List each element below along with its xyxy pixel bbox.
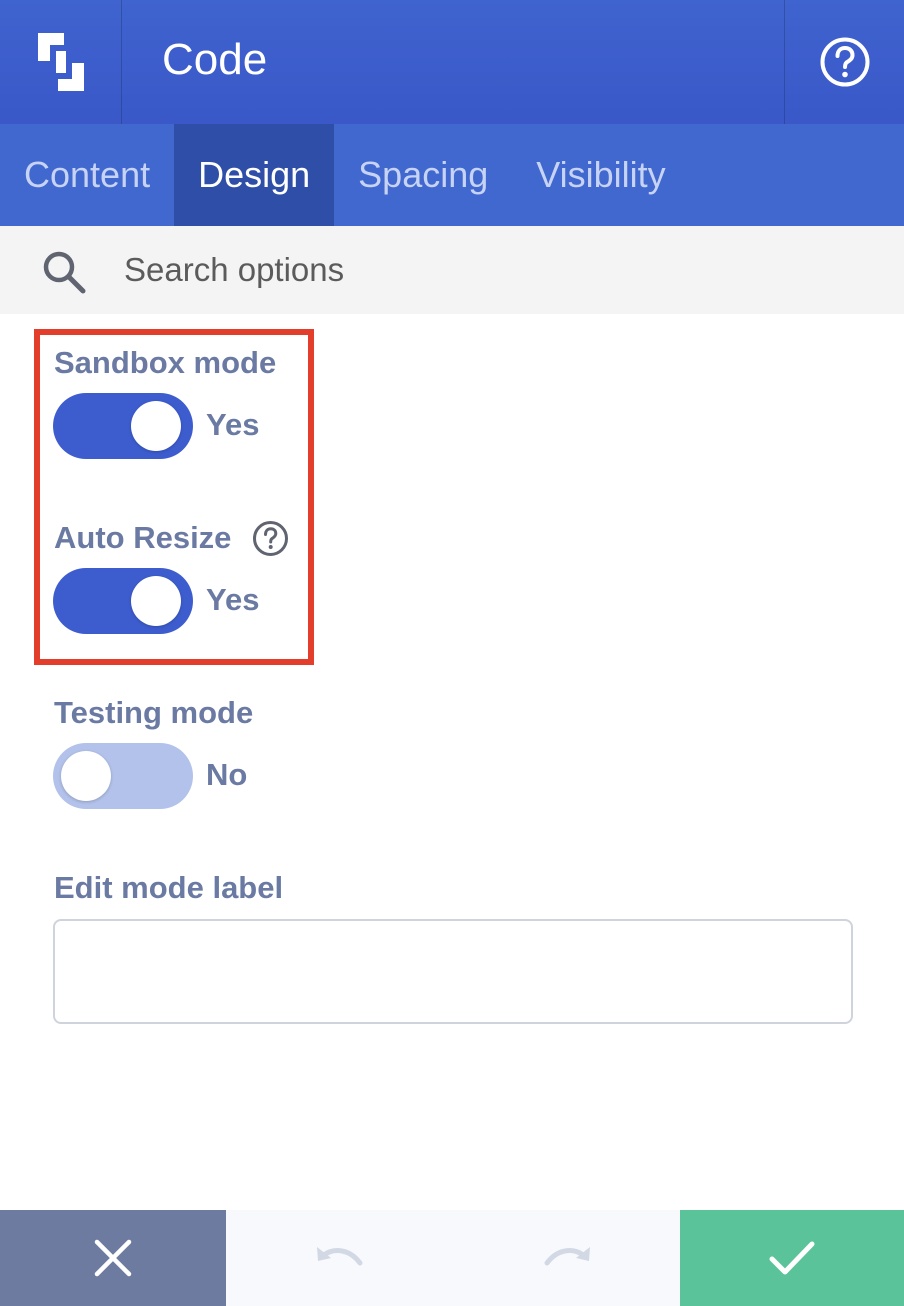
tab-bar: Content Design Spacing Visibility (0, 124, 904, 226)
tab-spacing[interactable]: Spacing (334, 124, 512, 226)
question-circle-icon (820, 37, 869, 87)
action-bar (0, 1210, 904, 1306)
sandbox-mode-label: Sandbox mode (54, 345, 277, 380)
auto-resize-toggle[interactable] (53, 568, 193, 634)
help-button[interactable] (784, 0, 904, 124)
auto-resize-label: Auto Resize (54, 520, 232, 555)
confirm-button[interactable] (680, 1210, 904, 1306)
auto-resize-value: Yes (206, 582, 260, 617)
cancel-button[interactable] (0, 1210, 226, 1306)
edit-mode-label-input[interactable] (53, 919, 853, 1024)
check-icon (769, 1241, 815, 1275)
tab-content[interactable]: Content (0, 124, 174, 226)
testing-mode-toggle[interactable] (53, 743, 193, 809)
logo-cell[interactable] (0, 0, 122, 124)
search-input[interactable] (124, 246, 824, 294)
toggle-knob (61, 751, 111, 801)
toggle-knob (131, 401, 181, 451)
search-icon (43, 251, 86, 294)
undo-icon (316, 1247, 362, 1266)
builder-logo-icon (37, 33, 84, 91)
tab-design[interactable]: Design (174, 124, 335, 226)
panel-title: Code (162, 35, 268, 84)
redo-button[interactable] (453, 1210, 680, 1306)
redo-icon (544, 1247, 590, 1266)
toggle-knob (131, 576, 181, 626)
sandbox-mode-value: Yes (206, 407, 260, 442)
testing-mode-label: Testing mode (54, 695, 254, 730)
testing-mode-value: No (206, 757, 248, 792)
question-circle-icon[interactable] (252, 520, 289, 557)
edit-mode-label-label: Edit mode label (54, 870, 284, 905)
close-icon (94, 1239, 132, 1277)
search-bar (0, 226, 904, 314)
sandbox-mode-toggle[interactable] (53, 393, 193, 459)
panel-header: Code (0, 0, 904, 124)
tab-visibility[interactable]: Visibility (512, 124, 689, 226)
undo-button[interactable] (226, 1210, 453, 1306)
